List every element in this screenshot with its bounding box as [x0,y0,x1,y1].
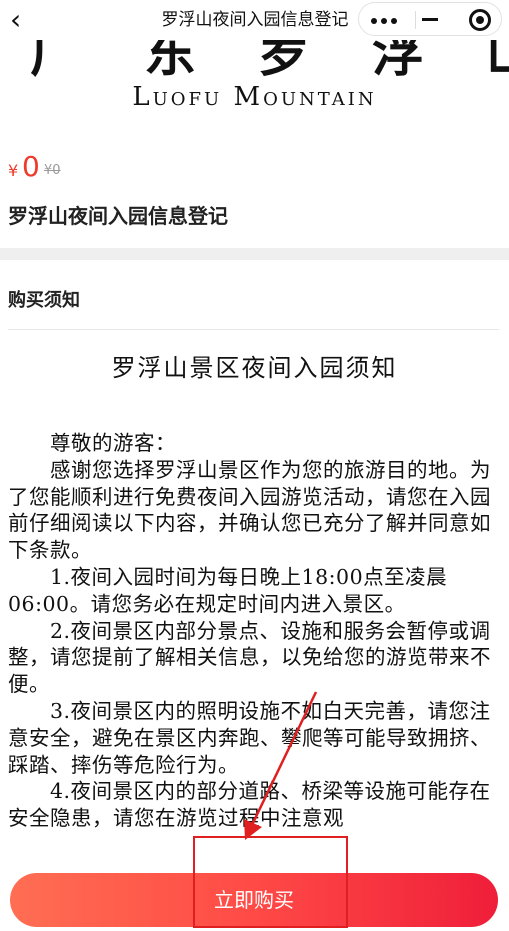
section-divider [0,248,509,260]
purchase-notice-heading: 购买须知 [8,290,80,311]
notice-paragraph: 4.夜间景区内的部分道路、桥梁等设施可能存在安全隐患，请您在游览过程中注意观 [8,779,491,831]
notice-paragraph: 尊敬的游客： [50,431,176,455]
notice-document-body[interactable]: 尊敬的游客： 感谢您选择罗浮山景区作为您的旅游目的地。为了您能顺利进行免费夜间入… [8,430,500,860]
capsule-divider [415,11,416,29]
back-button[interactable]: ‹ [10,4,21,36]
mini-program-capsule [358,2,502,36]
page-title: 罗浮山夜间入园信息登记 [161,10,349,30]
notice-paragraph: 3.夜间景区内的照明设施不如白天完善，请您注意安全，避免在景区内奔跑、攀爬等可能… [8,698,491,777]
price-currency-symbol: ¥ [8,161,19,180]
target-close-icon[interactable] [469,9,491,31]
heading-underline [8,329,499,330]
buy-now-button[interactable]: 立即购买 [10,873,498,927]
notice-paragraph: 1.夜间入园时间为每日晚上18:00点至凌晨06:00。请您务必在规定时间内进入… [8,564,448,616]
original-price: ¥0 [44,163,61,178]
top-navigation-bar: ‹ 罗浮山夜间入园信息登记 [0,0,509,40]
chevron-left-icon: ‹ [10,3,22,36]
price-value: 0 [22,150,40,183]
notice-paragraph: 2.夜间景区内部分景点、设施和服务会暂停或调整，请您提前了解相关信息，以免给您的… [8,618,491,697]
document-title: 罗浮山景区夜间入园须知 [111,354,398,382]
banner-english-title: Luofu Mountain [132,82,377,112]
product-title: 罗浮山夜间入园信息登记 [8,204,228,228]
minimize-icon[interactable] [422,18,438,21]
more-dots-icon[interactable] [371,18,397,24]
notice-paragraph: 感谢您选择罗浮山景区作为您的旅游目的地。为了您能顺利进行免费夜间入园游览活动，请… [8,457,491,563]
